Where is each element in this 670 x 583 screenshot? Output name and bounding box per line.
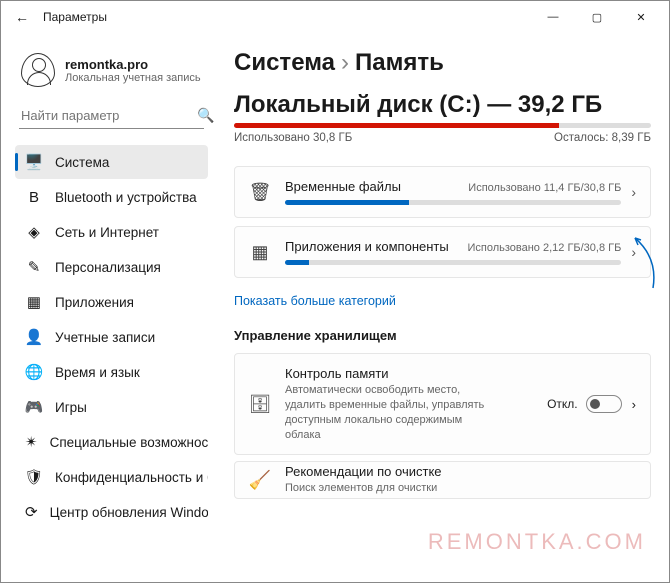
show-more-link[interactable]: Показать больше категорий	[234, 294, 651, 308]
crumb-system[interactable]: Система	[234, 49, 335, 76]
nav-label: Система	[55, 155, 109, 170]
nav-label: Персонализация	[55, 260, 161, 275]
sidebar-item-6[interactable]: 🌐 Время и язык	[15, 355, 208, 389]
nav-icon: 🖥️	[25, 153, 43, 171]
nav-icon: B	[25, 188, 43, 206]
chevron-right-icon: ›	[632, 397, 636, 412]
nav-icon: ✎	[25, 258, 43, 276]
nav-icon: ✴	[25, 433, 38, 451]
nav-icon: 🌐	[25, 363, 43, 381]
storage-sense-icon: 🗄	[249, 393, 271, 415]
avatar-icon	[21, 53, 55, 87]
nav-icon: 👤	[25, 328, 43, 346]
sidebar-item-7[interactable]: 🎮 Игры	[15, 390, 208, 424]
nav-label: Игры	[55, 400, 87, 415]
sidebar-item-0[interactable]: 🖥️ Система	[15, 145, 208, 179]
crumb-storage: Память	[355, 49, 444, 76]
maximize-button[interactable]: ▢	[575, 2, 619, 32]
category-card-0[interactable]: 🗑 Временные файлы Использовано 11,4 ГБ/30,…	[234, 166, 651, 218]
category-card-1[interactable]: ▦ Приложения и компоненты Использовано 2,1…	[234, 226, 651, 278]
user-name: remontka.pro	[65, 57, 201, 72]
category-icon: ▦	[249, 241, 271, 263]
sidebar-item-2[interactable]: ◈ Сеть и Интернет	[15, 215, 208, 249]
nav-label: Bluetooth и устройства	[55, 190, 197, 205]
nav-icon: ◈	[25, 223, 43, 241]
minimize-button[interactable]: —	[531, 2, 575, 32]
disk-left: Осталось: 8,39 ГБ	[554, 132, 651, 144]
category-used: Использовано 2,12 ГБ/30,8 ГБ	[467, 242, 621, 254]
category-icon: 🗑	[249, 181, 271, 203]
nav-label: Специальные возможности	[50, 435, 208, 450]
sidebar-item-10[interactable]: ⟳ Центр обновления Windows	[15, 495, 208, 529]
breadcrumb: Система›Память	[234, 49, 651, 77]
category-title: Временные файлы	[285, 179, 401, 194]
cleanup-sub: Поиск элементов для очистки	[285, 481, 485, 496]
chevron-right-icon: ›	[631, 184, 636, 200]
nav-label: Центр обновления Windows	[50, 505, 208, 520]
broom-icon: 🧹	[249, 469, 271, 491]
storage-sense-toggle[interactable]	[586, 395, 622, 413]
user-sub: Локальная учетная запись	[65, 72, 201, 84]
sidebar-item-3[interactable]: ✎ Персонализация	[15, 250, 208, 284]
back-button[interactable]: ←	[7, 2, 37, 32]
nav-icon: 🛡	[25, 468, 43, 486]
disk-title: Локальный диск (C:) — 39,2 ГБ	[234, 91, 651, 119]
disk-bar	[234, 123, 651, 128]
sidebar-item-8[interactable]: ✴ Специальные возможности	[15, 425, 208, 459]
search-box[interactable]: 🔍	[19, 103, 204, 129]
storage-sense-card[interactable]: 🗄 Контроль памяти Автоматически освободи…	[234, 353, 651, 455]
sidebar-item-4[interactable]: ▦ Приложения	[15, 285, 208, 319]
nav-icon: ▦	[25, 293, 43, 311]
sidebar-item-5[interactable]: 👤 Учетные записи	[15, 320, 208, 354]
nav-label: Конфиденциальность и безопасность	[55, 470, 208, 485]
sidebar-item-1[interactable]: B Bluetooth и устройства	[15, 180, 208, 214]
chevron-right-icon: ›	[631, 244, 636, 260]
nav-icon: ⟳	[25, 503, 38, 521]
storage-sense-title: Контроль памяти	[285, 366, 547, 381]
category-bar	[285, 200, 621, 205]
cleanup-title: Рекомендации по очистке	[285, 464, 636, 479]
nav-label: Время и язык	[55, 365, 140, 380]
toggle-state: Откл.	[547, 397, 578, 411]
window-title: Параметры	[43, 10, 107, 24]
category-bar	[285, 260, 621, 265]
nav-icon: 🎮	[25, 398, 43, 416]
disk-used: Использовано 30,8 ГБ	[234, 132, 352, 144]
nav-label: Учетные записи	[55, 330, 155, 345]
cleanup-rec-card[interactable]: 🧹 Рекомендации по очистке Поиск элементо…	[234, 461, 651, 499]
titlebar: ← Параметры — ▢ ✕	[1, 1, 669, 33]
user-block[interactable]: remontka.pro Локальная учетная запись	[21, 53, 208, 87]
nav-label: Сеть и Интернет	[55, 225, 159, 240]
category-title: Приложения и компоненты	[285, 239, 449, 254]
nav-label: Приложения	[55, 295, 134, 310]
sidebar-item-9[interactable]: 🛡 Конфиденциальность и безопасность	[15, 460, 208, 494]
search-input[interactable]	[21, 108, 197, 123]
main: Система›Память Локальный диск (C:) — 39,…	[216, 33, 669, 582]
search-icon: 🔍	[197, 107, 214, 124]
storage-sense-sub: Автоматически освободить место, удалить …	[285, 383, 485, 442]
sidebar: remontka.pro Локальная учетная запись 🔍 …	[1, 33, 216, 582]
category-used: Использовано 11,4 ГБ/30,8 ГБ	[468, 182, 621, 194]
close-button[interactable]: ✕	[619, 2, 663, 32]
section-title: Управление хранилищем	[234, 328, 651, 343]
